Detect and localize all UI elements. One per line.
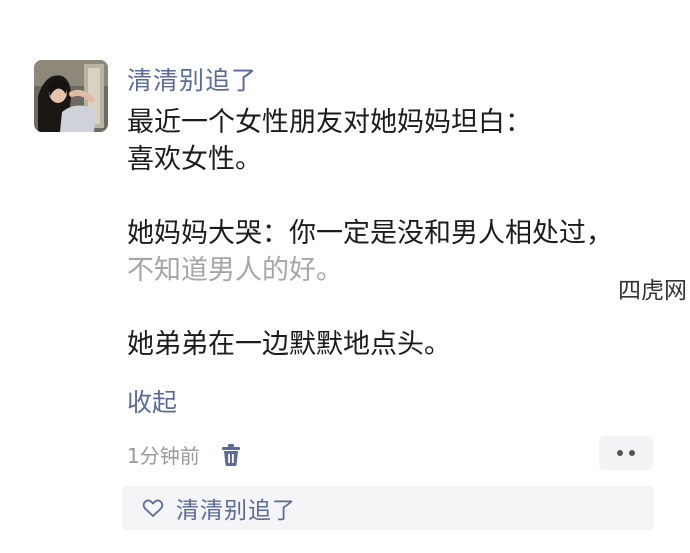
site-watermark: 四虎网 (618, 278, 687, 304)
avatar[interactable] (34, 60, 108, 132)
post-text-line: 喜欢女性。 (127, 144, 262, 175)
post-timestamp: 1分钟前 (127, 444, 200, 468)
post-text-spacer (127, 178, 667, 215)
likes-bar: 清清别追了 (122, 486, 654, 530)
heart-icon[interactable] (142, 498, 164, 518)
post-meta: 1分钟前 (127, 440, 242, 469)
more-dot (629, 450, 635, 456)
post-text-line: 她妈妈大哭：你一定是没和男人相处过， (127, 218, 613, 249)
post-text-spacer (127, 289, 667, 326)
post-card: 清清别追了 最近一个女性朋友对她妈妈坦白： 喜欢女性。 她妈妈大哭：你一定是没和… (0, 0, 690, 553)
post-body: 最近一个女性朋友对她妈妈坦白： 喜欢女性。 她妈妈大哭：你一定是没和男人相处过，… (127, 104, 667, 363)
collapse-link[interactable]: 收起 (127, 383, 177, 419)
more-dot (617, 450, 623, 456)
post-text-line: 她弟弟在一边默默地点头。 (127, 329, 451, 360)
trash-icon[interactable] (220, 443, 242, 467)
liker-name[interactable]: 清清别追了 (176, 491, 296, 525)
more-options-button[interactable] (599, 436, 653, 470)
avatar-photo (34, 60, 108, 132)
post-text-line: 最近一个女性朋友对她妈妈坦白： (127, 107, 532, 138)
post-author-name[interactable]: 清清别追了 (127, 61, 257, 97)
post-text-line: 不知道男人的好。 (127, 255, 343, 286)
